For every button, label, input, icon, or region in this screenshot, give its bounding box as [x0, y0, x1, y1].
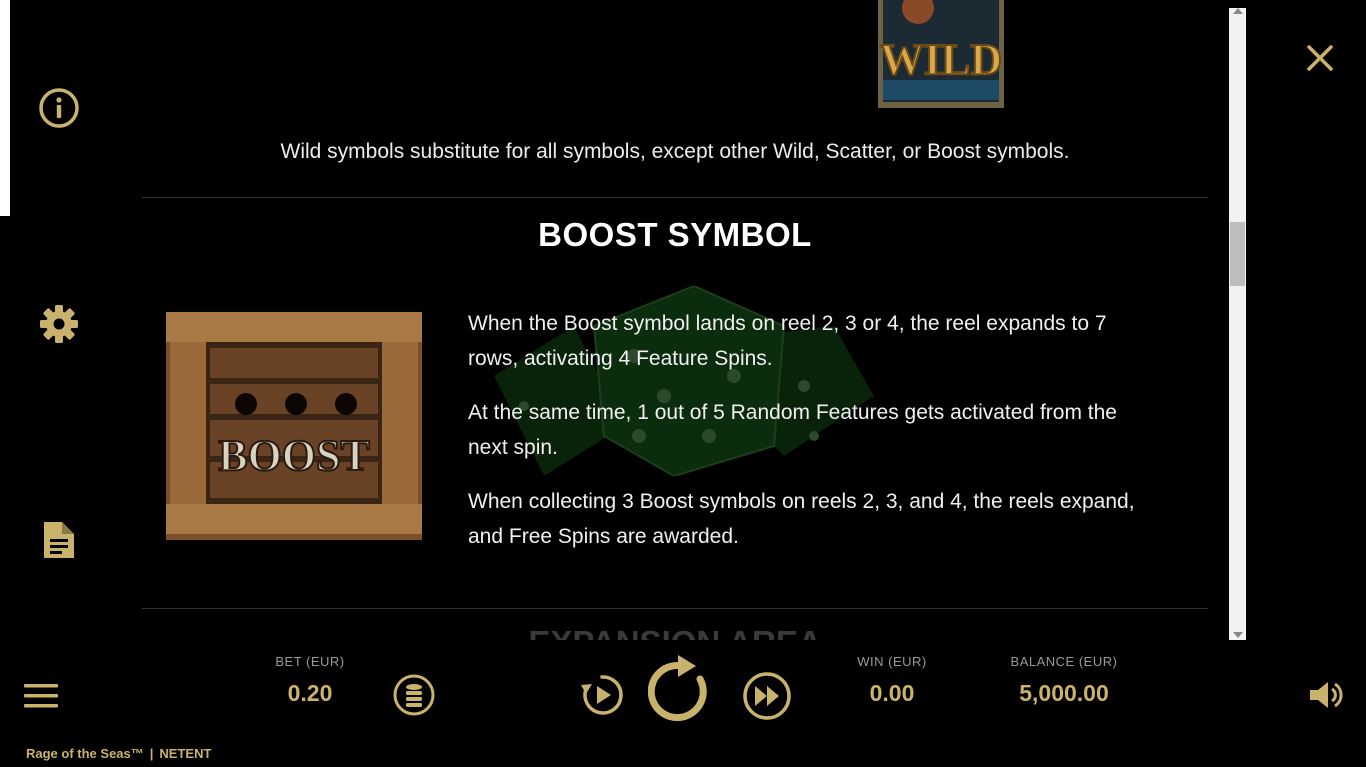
coins-icon[interactable] — [392, 673, 436, 717]
boost-symbol-image: BOOST — [166, 312, 422, 540]
boost-description: When the Boost symbol lands on reel 2, 3… — [468, 306, 1158, 573]
brand-separator: | — [149, 746, 154, 761]
win-value: 0.00 — [869, 680, 915, 706]
balance-value: 5,000.00 — [1019, 680, 1109, 706]
help-scrollbar[interactable] — [1229, 8, 1246, 640]
gear-icon — [40, 305, 78, 343]
document-icon — [44, 522, 74, 558]
sound-icon[interactable] — [1306, 678, 1344, 712]
menu-icon[interactable] — [22, 681, 60, 711]
info-icon — [39, 88, 79, 128]
info-button[interactable] — [38, 87, 80, 129]
boost-paragraph-2: At the same time, 1 out of 5 Random Feat… — [468, 401, 1117, 459]
section-divider — [142, 608, 1208, 609]
win-label: WIN (EUR) — [857, 654, 927, 669]
bet-value: 0.20 — [287, 680, 333, 706]
expansion-area-title: EXPANSION AREA — [142, 624, 1208, 640]
paytable-button[interactable] — [38, 519, 80, 561]
provider-name: NETENT — [159, 746, 212, 761]
left-edge-strip — [0, 0, 10, 216]
autoplay-icon[interactable] — [578, 671, 626, 719]
boost-symbol-text: BOOST — [218, 431, 370, 480]
brand-footer: Rage of the Seas™ | NETENT — [26, 746, 211, 761]
balance-label: BALANCE (EUR) — [1010, 654, 1118, 669]
scroll-up-arrow-icon[interactable] — [1233, 8, 1243, 14]
boost-paragraph-1: When the Boost symbol lands on reel 2, 3… — [468, 312, 1107, 370]
boost-paragraph-3: When collecting 3 Boost symbols on reels… — [468, 490, 1135, 548]
game-name: Rage of the Seas™ — [26, 746, 144, 761]
help-panel: WILD Wild symbols substitute for all sym… — [142, 0, 1208, 640]
section-divider — [142, 197, 1208, 198]
close-icon[interactable] — [1300, 38, 1340, 78]
wild-description: Wild symbols substitute for all symbols,… — [280, 140, 1070, 163]
bet-label: BET (EUR) — [275, 654, 345, 669]
wild-symbol-text: WILD — [880, 35, 1002, 84]
quick-spin-icon[interactable] — [742, 671, 792, 721]
spin-icon[interactable] — [648, 654, 718, 728]
scroll-down-arrow-icon[interactable] — [1233, 632, 1243, 638]
scrollbar-thumb[interactable] — [1230, 222, 1245, 286]
settings-button[interactable] — [38, 303, 80, 345]
wild-symbol-image: WILD — [878, 0, 1004, 108]
boost-section-title: BOOST SYMBOL — [538, 216, 812, 253]
